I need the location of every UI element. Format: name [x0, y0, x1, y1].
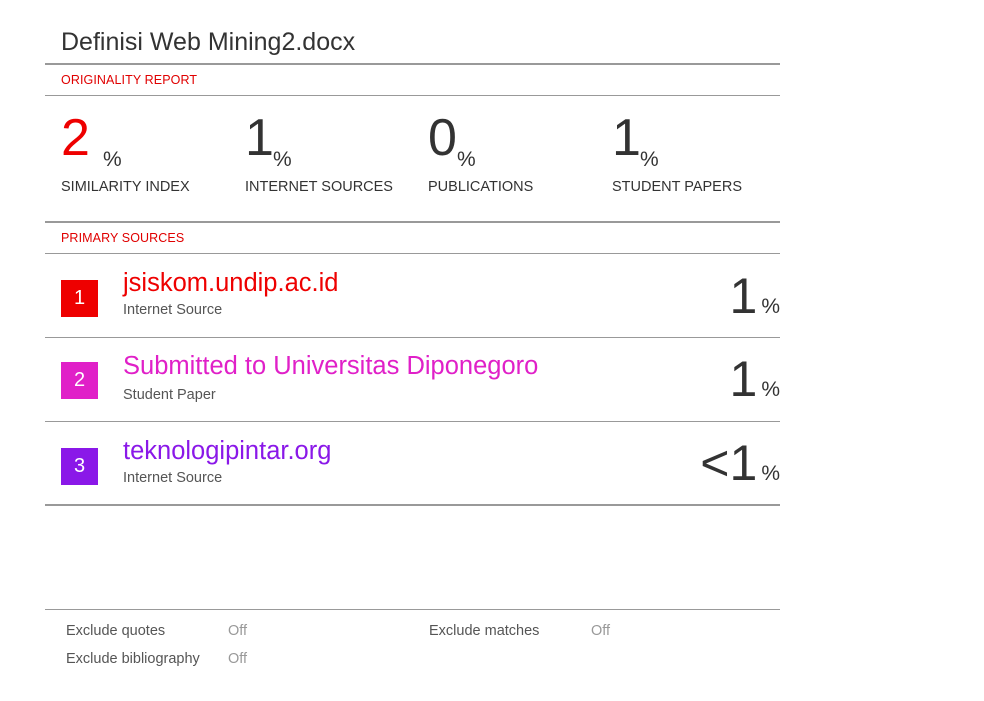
sources-end-divider	[45, 504, 780, 506]
report-divider	[45, 95, 780, 96]
similarity-index-label: SIMILARITY INDEX	[61, 179, 190, 195]
source-rank-badge: 1	[61, 280, 98, 317]
internet-sources-label: INTERNET SOURCES	[245, 179, 393, 195]
student-papers-unit: %	[640, 148, 659, 171]
exclude-bibliography-value: Off	[228, 651, 248, 667]
source-row: 2 Submitted to Universitas Diponegoro St…	[45, 338, 780, 422]
student-papers-label: STUDENT PAPERS	[612, 179, 742, 195]
student-papers-value: 1	[612, 109, 641, 167]
source-percent-unit: %	[761, 378, 780, 401]
source-name[interactable]: jsiskom.undip.ac.id	[123, 269, 338, 298]
exclude-quotes-value: Off	[228, 623, 248, 639]
exclude-matches-label: Exclude matches	[429, 623, 540, 639]
similarity-index-value: 2	[61, 109, 90, 167]
stats-divider	[45, 221, 780, 223]
source-percent-unit: %	[761, 295, 780, 318]
source-type: Internet Source	[123, 302, 223, 318]
source-rank-badge: 2	[61, 362, 98, 399]
source-percent-value: 1	[729, 268, 758, 324]
internet-sources-value: 1	[245, 109, 274, 167]
publications-label: PUBLICATIONS	[428, 179, 534, 195]
source-name[interactable]: Submitted to Universitas Diponegoro	[123, 352, 538, 381]
source-type: Internet Source	[123, 470, 223, 486]
similarity-index-unit: %	[103, 148, 122, 171]
source-row: 3 teknologipintar.org Internet Source <1…	[45, 422, 780, 506]
source-percent: 1%	[730, 354, 781, 415]
internet-sources-unit: %	[273, 148, 292, 171]
source-rank-badge: 3	[61, 448, 98, 485]
source-percent-value: <1	[700, 435, 758, 491]
publications-unit: %	[457, 148, 476, 171]
document-title: Definisi Web Mining2.docx	[61, 28, 356, 56]
source-row: 1 jsiskom.undip.ac.id Internet Source 1%	[45, 254, 780, 338]
originality-report-label: ORIGINALITY REPORT	[61, 73, 198, 87]
footer-divider	[45, 609, 780, 610]
source-name[interactable]: teknologipintar.org	[123, 437, 331, 466]
source-percent-value: 1	[729, 351, 758, 407]
source-percent-unit: %	[761, 462, 780, 485]
title-divider	[45, 63, 780, 65]
publications-value: 0	[428, 109, 457, 167]
exclude-bibliography-label: Exclude bibliography	[66, 651, 200, 667]
source-percent: 1%	[730, 271, 781, 332]
source-type: Student Paper	[123, 387, 216, 403]
primary-sources-label: PRIMARY SOURCES	[61, 231, 185, 245]
originality-report-page: Definisi Web Mining2.docx ORIGINALITY RE…	[45, 0, 780, 701]
source-percent: <1%	[700, 438, 780, 499]
exclude-matches-value: Off	[591, 623, 611, 639]
exclude-quotes-label: Exclude quotes	[66, 623, 166, 639]
